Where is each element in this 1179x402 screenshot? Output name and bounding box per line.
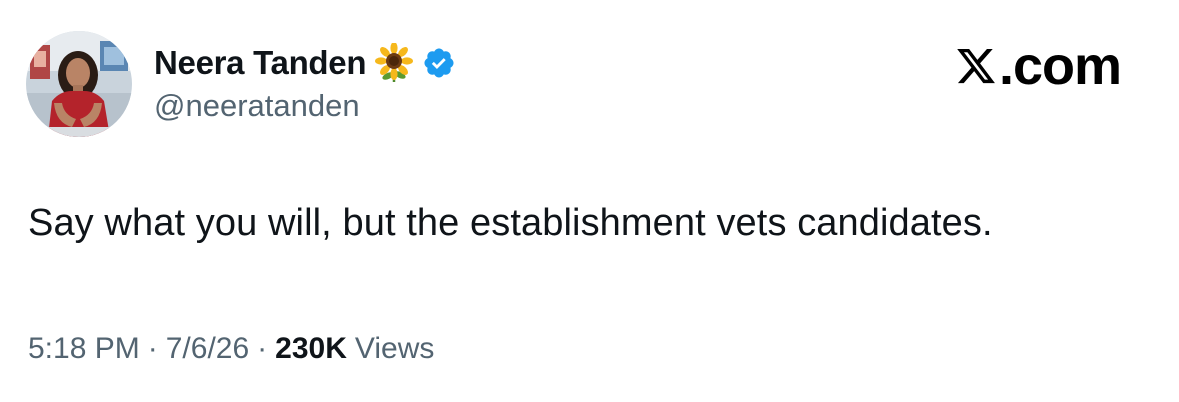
avatar-image <box>26 31 132 137</box>
x-logo-icon <box>955 45 997 87</box>
meta-separator: · <box>257 332 268 365</box>
meta-separator: · <box>147 332 158 365</box>
tweet-time[interactable]: 5:18 PM <box>28 332 140 366</box>
views-label: Views <box>354 332 435 365</box>
brand-watermark: .com <box>955 36 1122 96</box>
verified-badge-icon[interactable] <box>422 46 456 80</box>
avatar[interactable] <box>26 31 132 137</box>
tweet-text: Say what you will, but the establishment… <box>28 202 993 244</box>
author-handle[interactable]: @neeratanden <box>154 88 360 124</box>
sunflower-icon <box>374 43 414 83</box>
tweet-meta: 5:18 PM · 7/6/26 · 230K Views <box>28 332 434 366</box>
views-count: 230K <box>275 332 347 365</box>
tweet-date[interactable]: 7/6/26 <box>166 332 249 366</box>
author-name-row: Neera Tanden <box>154 40 456 86</box>
author-display-name[interactable]: Neera Tanden <box>154 44 367 82</box>
brand-domain-text: .com <box>998 36 1122 96</box>
tweet-card: Neera Tanden @neeratanden .com Say what … <box>0 0 1179 402</box>
